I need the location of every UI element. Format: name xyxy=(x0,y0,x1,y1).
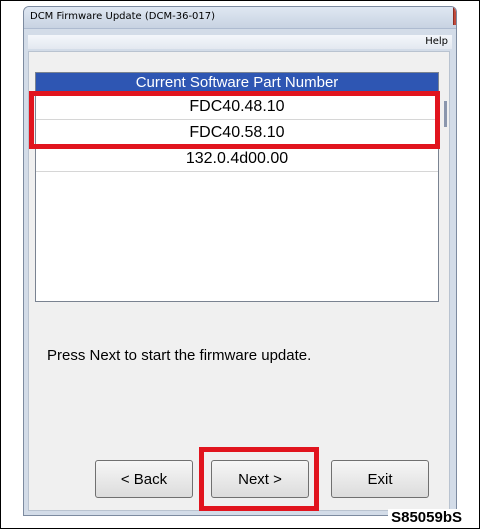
list-item[interactable]: FDC40.58.10 xyxy=(36,120,438,146)
dialog-body: Current Software Part Number FDC40.48.10… xyxy=(28,51,450,511)
figure-frame: DCM Firmware Update (DCM-36-017) Help Cu… xyxy=(0,0,480,529)
back-button[interactable]: < Back xyxy=(95,460,193,498)
window-title: DCM Firmware Update (DCM-36-017) xyxy=(30,11,216,22)
exit-button[interactable]: Exit xyxy=(331,460,429,498)
menu-help[interactable]: Help xyxy=(425,36,448,47)
figure-code: S85059bS xyxy=(388,509,465,526)
menu-bar: Help xyxy=(28,35,452,49)
instruction-text: Press Next to start the firmware update. xyxy=(47,347,312,364)
part-number-list[interactable]: Current Software Part Number FDC40.48.10… xyxy=(35,72,447,302)
list-header: Current Software Part Number xyxy=(36,73,438,93)
list-item[interactable]: FDC40.48.10 xyxy=(36,94,438,120)
firmware-update-window: DCM Firmware Update (DCM-36-017) Help Cu… xyxy=(23,6,457,516)
next-button[interactable]: Next > xyxy=(211,460,309,498)
scrollbar-sliver xyxy=(444,101,447,127)
close-icon[interactable] xyxy=(453,7,456,25)
title-bar: DCM Firmware Update (DCM-36-017) xyxy=(24,7,456,29)
list-item[interactable]: 132.0.4d00.00 xyxy=(36,146,438,172)
